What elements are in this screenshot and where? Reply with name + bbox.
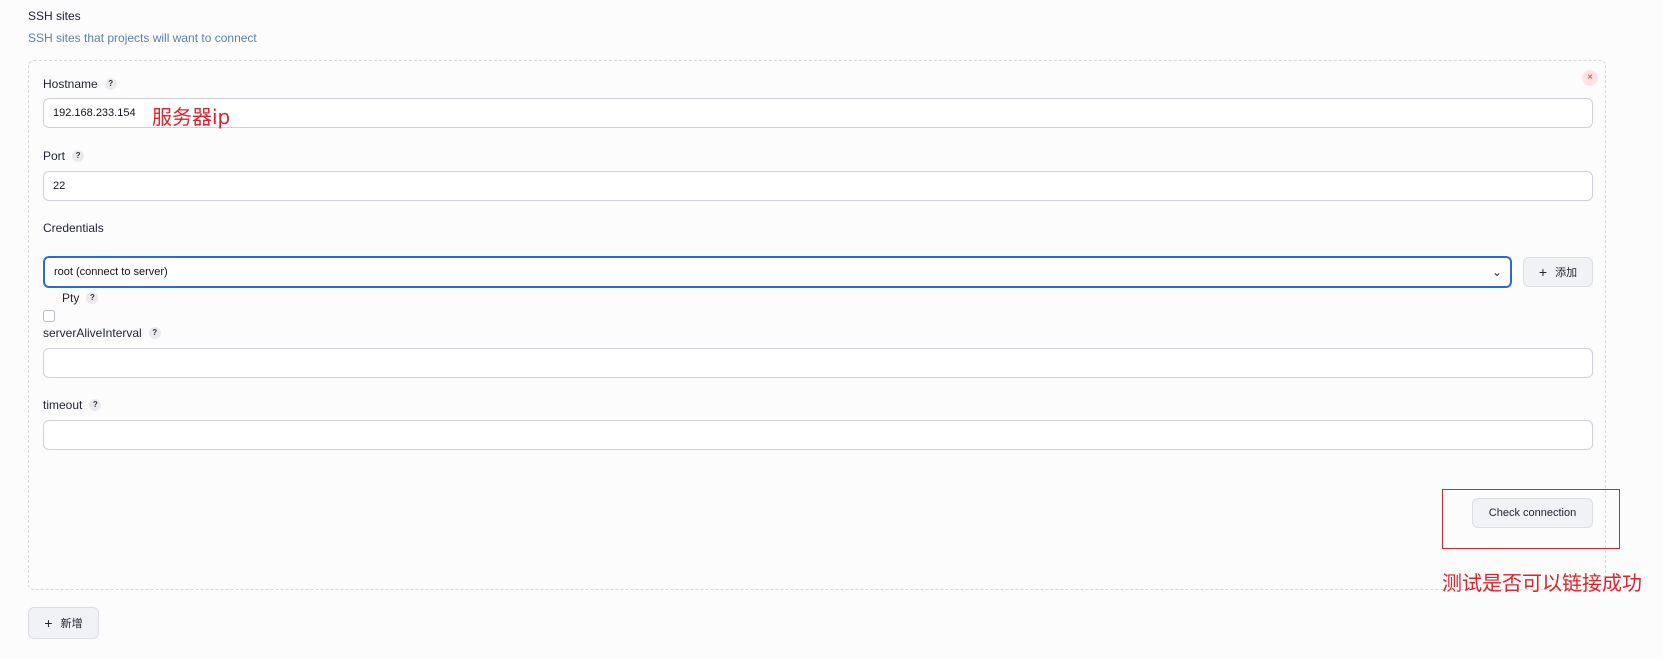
hostname-input[interactable] <box>43 98 1593 128</box>
plus-icon: + <box>44 615 53 631</box>
ssh-site-card <box>28 60 1606 590</box>
help-icon[interactable]: ? <box>72 150 85 162</box>
server-alive-interval-label: serverAliveInterval ? <box>43 326 161 340</box>
help-icon[interactable]: ? <box>148 327 161 339</box>
credentials-select[interactable]: root (connect to server) ⌄ <box>43 256 1512 288</box>
credentials-selected-value: root (connect to server) <box>54 266 168 278</box>
hostname-annotation: 服务器ip <box>152 105 231 129</box>
annotation-highlight-box <box>1442 489 1620 549</box>
port-input[interactable] <box>43 171 1593 201</box>
remove-site-button[interactable]: × <box>1582 70 1598 86</box>
section-title: SSH sites <box>28 9 81 23</box>
port-label-text: Port <box>43 149 66 163</box>
pty-checkbox[interactable] <box>43 310 55 322</box>
add-site-button[interactable]: + 新增 <box>28 607 99 639</box>
pty-label: Pty ? <box>62 291 99 305</box>
help-icon[interactable]: ? <box>104 78 117 90</box>
hostname-label: Hostname ? <box>43 77 117 91</box>
check-connection-annotation: 测试是否可以链接成功 <box>1442 571 1642 595</box>
add-credentials-label: 添加 <box>1555 267 1578 279</box>
timeout-input[interactable] <box>43 420 1593 450</box>
plus-icon: + <box>1538 264 1548 280</box>
add-credentials-button[interactable]: + 添加 <box>1523 257 1593 287</box>
server-alive-interval-label-text: serverAliveInterval <box>43 326 142 340</box>
add-site-label: 新增 <box>60 618 83 630</box>
help-icon[interactable]: ? <box>89 399 102 411</box>
section-description: SSH sites that projects will want to con… <box>28 31 257 45</box>
server-alive-interval-input[interactable] <box>43 348 1593 378</box>
help-icon[interactable]: ? <box>86 292 99 304</box>
credentials-label: Credentials <box>43 221 104 235</box>
port-label: Port ? <box>43 149 85 163</box>
hostname-label-text: Hostname <box>43 77 98 91</box>
timeout-label: timeout ? <box>43 398 102 412</box>
pty-label-text: Pty <box>62 291 80 305</box>
timeout-label-text: timeout <box>43 398 83 412</box>
chevron-down-icon: ⌄ <box>1491 265 1502 279</box>
